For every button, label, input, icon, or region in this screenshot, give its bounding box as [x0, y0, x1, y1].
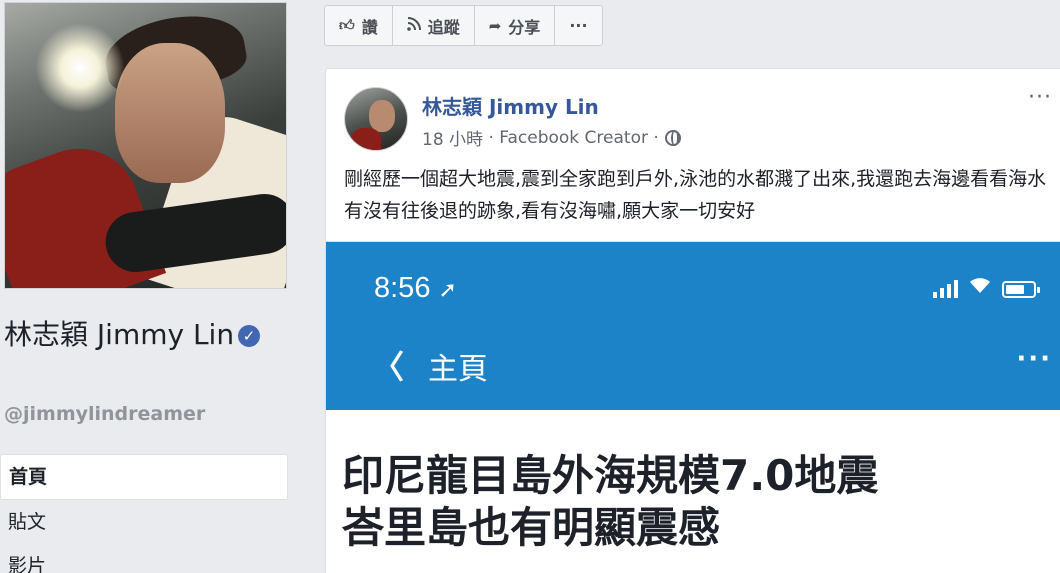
status-time: 8:56 ➚ [374, 272, 457, 305]
post-time[interactable]: 18 小時 [422, 125, 483, 150]
nav-item-videos[interactable]: 影片 [0, 544, 288, 573]
like-label: 讚 [361, 17, 378, 37]
share-icon: ➦ [488, 16, 502, 35]
more-button[interactable]: ··· [555, 6, 601, 45]
post-source: Facebook Creator [499, 127, 648, 148]
like-icon: 👍︎ [339, 16, 355, 34]
signal-icon [933, 280, 958, 298]
share-label: 分享 [508, 17, 541, 37]
meta-separator: · [647, 127, 659, 148]
post-options-button[interactable]: ··· [1028, 85, 1052, 110]
author-avatar[interactable] [344, 87, 408, 151]
post-card: 林志穎 Jimmy Lin 18 小時 · Facebook Creator ·… [325, 68, 1060, 573]
wifi-icon [968, 276, 992, 298]
app-header: 8:56 ➚ 〈 主頁 ··· [326, 242, 1060, 410]
status-icons [933, 276, 1040, 298]
headline-line-2: 峇里島也有明顯震感 [342, 503, 721, 552]
nav-item-posts[interactable]: 貼文 [0, 500, 288, 544]
news-headline: 印尼龍目島外海規模7.0地震 峇里島也有明顯震感 [342, 450, 1060, 554]
page-name-title: 林志穎 Jimmy Lin ✓ [4, 316, 294, 354]
rss-icon [406, 16, 421, 35]
page-handle[interactable]: @jimmylindreamer [4, 403, 205, 425]
meta-separator: · [483, 127, 500, 148]
location-arrow-icon: ➚ [438, 277, 457, 302]
app-more-icon: ··· [1016, 344, 1052, 374]
app-nav-title: 主頁 [428, 352, 488, 387]
headline-line-1: 印尼龍目島外海規模7.0地震 [342, 451, 879, 500]
profile-picture[interactable] [4, 2, 287, 289]
post-author[interactable]: 林志穎 Jimmy Lin [422, 91, 599, 120]
page-name: 林志穎 Jimmy Lin [4, 318, 235, 351]
back-arrow-icon: 〈 [372, 348, 405, 386]
like-button[interactable]: 👍︎ 讚 [325, 6, 393, 45]
post-image[interactable]: 8:56 ➚ 〈 主頁 ··· 印尼龍目島外海規模7.0地震 峇里島也有明顯震感 [326, 241, 1060, 573]
post-meta: 18 小時 · Facebook Creator · [422, 125, 681, 150]
share-button[interactable]: ➦ 分享 [475, 6, 556, 45]
page-nav: 首頁 貼文 影片 [0, 454, 288, 573]
globe-icon [664, 129, 681, 146]
nav-item-home[interactable]: 首頁 [0, 454, 288, 500]
page-action-bar: 👍︎ 讚 追蹤 ➦ 分享 ··· [324, 5, 603, 46]
post-text: 剛經歷一個超大地震,震到全家跑到戶外,泳池的水都濺了出來,我還跑去海邊看看海水有… [344, 168, 1047, 222]
verified-icon: ✓ [238, 325, 261, 347]
battery-icon [1002, 281, 1040, 298]
follow-button[interactable]: 追蹤 [393, 6, 475, 45]
status-time-text: 8:56 [374, 272, 431, 304]
left-column: 林志穎 Jimmy Lin ✓ @jimmylindreamer 首頁 貼文 影片 [0, 0, 300, 573]
follow-label: 追蹤 [427, 17, 460, 37]
